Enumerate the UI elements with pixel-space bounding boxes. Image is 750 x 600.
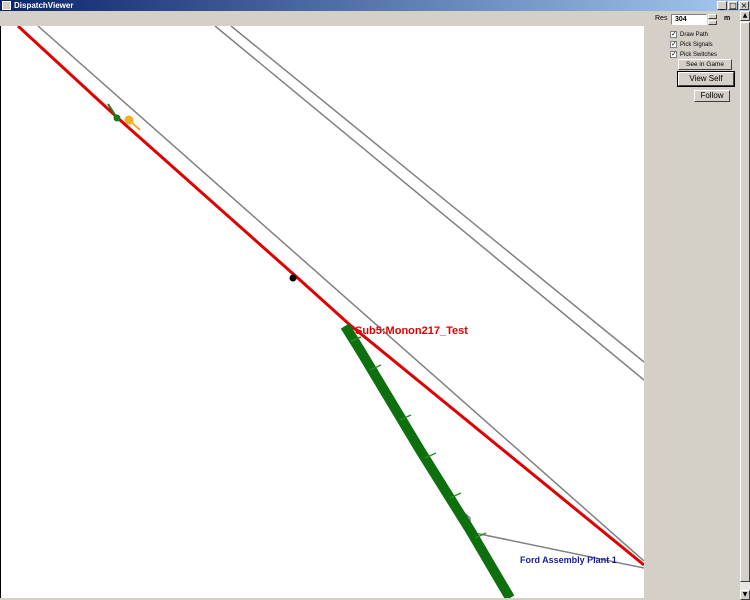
map-canvas[interactable]: Sub5:Monon217_Test Ford Assembly Plant 1 <box>0 26 644 598</box>
occupied-block <box>340 323 515 598</box>
checkmark-icon[interactable]: ✓ <box>670 51 677 58</box>
res-label: Res <box>655 15 668 22</box>
app-icon <box>2 1 11 10</box>
res-input[interactable]: 304 <box>671 14 707 25</box>
follow-button[interactable]: Follow <box>694 90 730 102</box>
view-self-button[interactable]: View Self <box>677 71 735 87</box>
track-map: Sub5:Monon217_Test Ford Assembly Plant 1 <box>16 26 644 598</box>
canvas-border <box>0 26 1 598</box>
checkmark-icon[interactable]: ✓ <box>670 41 677 48</box>
scroll-thumb[interactable] <box>740 22 750 582</box>
title-bar[interactable]: DispatchViewer _ □ × <box>0 0 750 11</box>
scroll-up-icon[interactable]: ▲ <box>740 11 750 21</box>
see-in-game-button[interactable]: See in Game <box>678 59 732 70</box>
checkmark-icon[interactable]: ✓ <box>670 31 677 38</box>
spin-down-icon[interactable] <box>708 20 717 25</box>
vertical-scrollbar[interactable]: ▲ ▼ <box>740 11 750 600</box>
window-title: DispatchViewer <box>14 1 74 10</box>
spin-up-icon[interactable] <box>708 14 717 19</box>
train-label[interactable]: Sub5:Monon217_Test <box>355 325 468 337</box>
signal-green-icon[interactable] <box>113 114 121 122</box>
res-unit: m <box>724 15 731 22</box>
place-label: Ford Assembly Plant 1 <box>520 555 617 565</box>
control-panel: Res 304 m ✓ Draw Path ✓ Pick Signals ✓ P… <box>644 11 740 600</box>
close-icon[interactable]: × <box>739 1 749 10</box>
maximize-icon[interactable]: □ <box>728 1 738 10</box>
switch-icon[interactable] <box>289 274 297 282</box>
track-line <box>37 26 644 562</box>
scroll-down-icon[interactable]: ▼ <box>740 590 750 600</box>
track-line <box>230 26 644 363</box>
minimize-icon[interactable]: _ <box>717 1 727 10</box>
